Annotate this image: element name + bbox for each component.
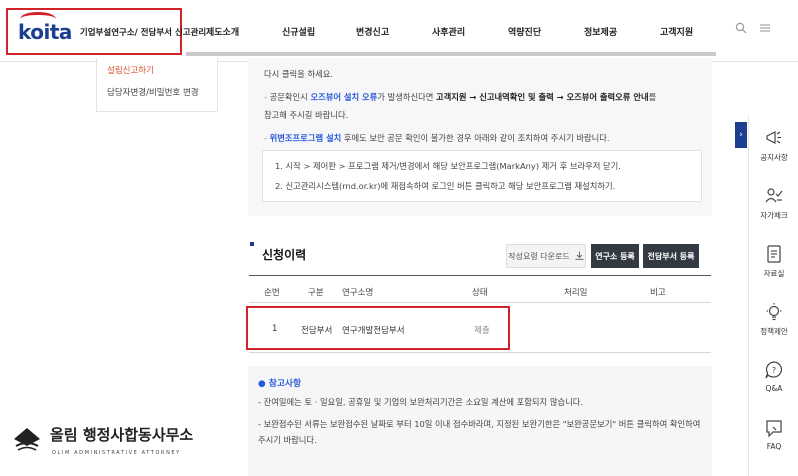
quick-menu-toggle[interactable]: ›	[735, 122, 747, 148]
document-icon	[764, 244, 784, 264]
quick-item-selfcheck[interactable]: 자가체크	[749, 186, 798, 221]
lightbulb-icon	[764, 302, 784, 322]
chevron-right-icon: ›	[739, 130, 743, 140]
brand-title[interactable]: 기업부설연구소/ 전담부서 신고관리	[80, 26, 206, 38]
notice-line-oz-error: - 공문확인시 오즈뷰어 설치 오류가 발생하신다면 고객지원 → 신고내역확인…	[264, 92, 657, 102]
faq-icon	[764, 418, 784, 438]
quick-item-proposal[interactable]: 정책제안	[749, 302, 798, 337]
column-header-note: 비고	[650, 288, 666, 298]
reference-panel: ● 참고사항 - 잔여일에는 토 · 일요일, 공휴일 및 기업의 보완처리기간…	[248, 366, 712, 476]
notice-line-retry: 다시 클릭을 하세요.	[264, 69, 333, 79]
quick-label: 자료실	[763, 269, 785, 278]
site-header: koita 기업부설연구소/ 전담부서 신고관리 제도소개 신규설립 변경신고 …	[0, 0, 798, 62]
quick-item-library[interactable]: 자료실	[749, 244, 798, 279]
quick-label: 정책제안	[760, 327, 788, 336]
nav-underline-bar	[186, 52, 716, 56]
chat-question-icon: ?	[764, 360, 784, 380]
quick-label: Q&A	[765, 384, 783, 393]
quick-item-notice[interactable]: 공지사항	[749, 128, 798, 163]
quick-item-qna[interactable]: ? Q&A	[749, 360, 798, 393]
nav-item-info[interactable]: 정보제공	[584, 25, 617, 38]
watermark-emblem-icon	[12, 426, 42, 452]
nav-item-support[interactable]: 고객지원	[660, 25, 693, 38]
koita-logo[interactable]: koita	[18, 11, 72, 44]
nav-item-intro[interactable]: 제도소개	[206, 25, 239, 38]
table-bottom-border	[249, 352, 711, 353]
brand-highlight-box[interactable]: koita 기업부설연구소/ 전담부서 신고관리	[6, 8, 206, 55]
column-header-date: 처리일	[564, 288, 588, 298]
section-marker	[250, 242, 254, 246]
quick-label: FAQ	[766, 442, 782, 451]
people-check-icon	[764, 186, 784, 206]
watermark-subtitle: OLIM ADMINISTRATIVE ATTORNEY	[52, 450, 181, 456]
notice-panel: 다시 클릭을 하세요. - 공문확인시 오즈뷰어 설치 오류가 발생하신다면 고…	[248, 58, 712, 216]
reference-line: - 보완접수된 서류는 보완접수된 날짜로 부터 10일 이내 접수바라며, 지…	[258, 419, 701, 429]
column-header-name: 연구소명	[342, 288, 374, 298]
oz-guide-path: 고객지원 → 신고내역확인 및 출력 → 오즈뷰어 출력오류 안내	[436, 92, 649, 102]
quick-item-faq[interactable]: FAQ	[749, 418, 798, 451]
step-item: 2. 신고관리시스템(rnd.or.kr)에 재접속하여 로그인 버튼 클릭하고…	[275, 181, 616, 191]
column-header-no: 순번	[264, 288, 280, 298]
submenu-item-register[interactable]: 설립신고하기	[107, 64, 154, 76]
dept-register-button[interactable]: 전담부서 등록	[643, 244, 699, 268]
notice-line-reference: 참고해 주시길 바랍니다.	[264, 110, 349, 120]
quick-label: 자가체크	[760, 211, 788, 220]
table-top-border	[249, 275, 711, 276]
svg-text:?: ?	[772, 366, 776, 375]
history-title: 신청이력	[262, 248, 307, 262]
oz-error-link[interactable]: 오즈뷰어 설치 오류	[310, 92, 377, 102]
submenu-item-account-change[interactable]: 담당자변경/비밀번호 변경	[107, 86, 199, 98]
notice-line-forgery-program: - 위변조프로그램 설치 후에도 보안 공문 확인이 불가한 경우 아래와 같이…	[264, 133, 610, 143]
hamburger-menu-icon[interactable]	[757, 22, 773, 38]
watermark: 올림 행정사합동사무소 OLIM ADMINISTRATIVE ATTORNEY	[10, 420, 210, 470]
megaphone-icon	[764, 128, 784, 148]
column-header-status: 상태	[472, 288, 488, 298]
row-highlight-box	[246, 306, 510, 350]
nav-item-diagnosis[interactable]: 역량진단	[508, 25, 541, 38]
reference-line: - 잔여일에는 토 · 일요일, 공휴일 및 기업의 보완처리기간은 소요일 계…	[258, 397, 583, 407]
steps-box: 1. 시작 > 제어판 > 프로그램 제거/변경에서 해당 보안프로그램(Mar…	[262, 150, 702, 202]
lab-register-button[interactable]: 연구소 등록	[591, 244, 639, 268]
reference-line: 주시기 바랍니다.	[258, 435, 317, 445]
download-icon	[575, 251, 584, 262]
nav-item-aftercare[interactable]: 사후관리	[432, 25, 465, 38]
download-guide-button[interactable]: 작성요령 다운로드	[506, 244, 586, 268]
step-item: 1. 시작 > 제어판 > 프로그램 제거/변경에서 해당 보안프로그램(Mar…	[275, 161, 621, 171]
forgery-program-link[interactable]: 위변조프로그램 설치	[270, 133, 342, 143]
column-header-type: 구분	[308, 288, 324, 298]
left-submenu: 설립신고하기 담당자변경/비밀번호 변경	[96, 58, 218, 112]
search-icon[interactable]	[733, 22, 749, 38]
reference-title: ● 참고사항	[258, 379, 302, 389]
watermark-title: 올림 행정사합동사무소	[50, 426, 194, 444]
nav-item-change[interactable]: 변경신고	[356, 25, 389, 38]
nav-item-new[interactable]: 신규설립	[282, 25, 315, 38]
quick-menu: 공지사항 자가체크 자료실 정책제안 ? Q&A FAQ	[748, 116, 798, 476]
table-header-divider	[249, 302, 711, 303]
quick-label: 공지사항	[760, 153, 788, 162]
logo-arc-mark	[20, 11, 56, 26]
